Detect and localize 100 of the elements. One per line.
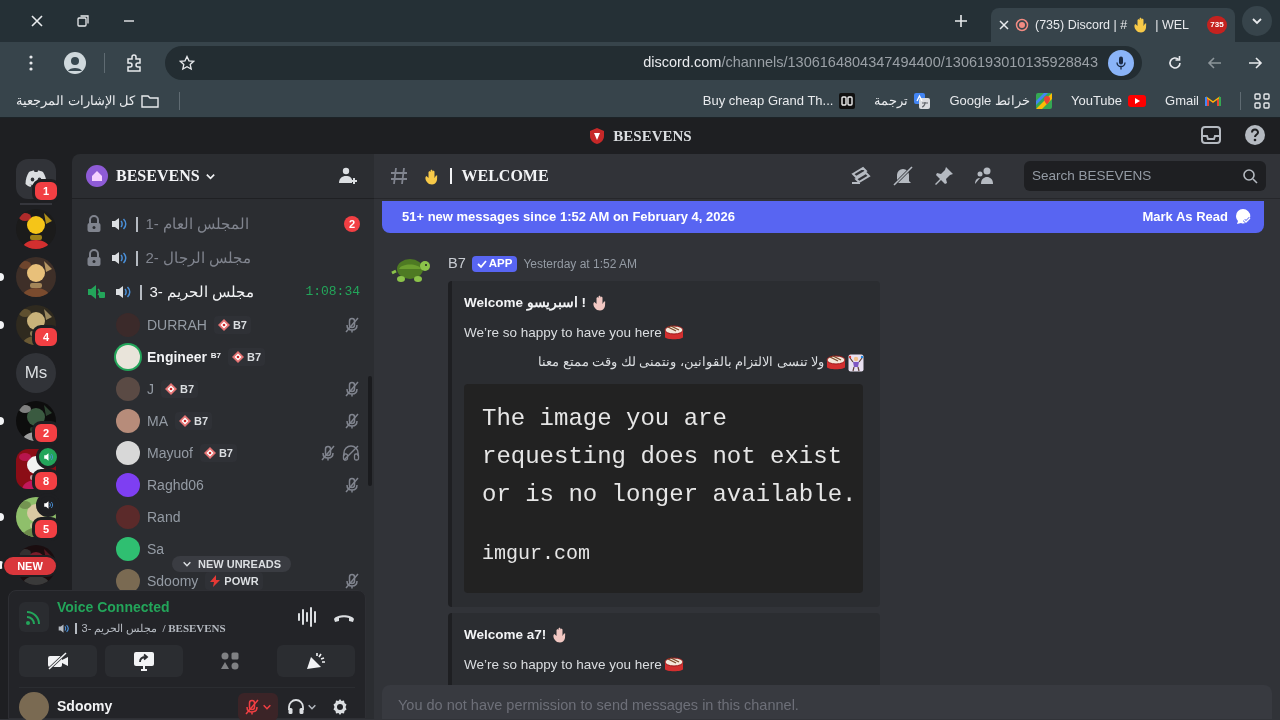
channel-title: WELCOME: [461, 166, 549, 186]
role-name: B7: [218, 445, 233, 461]
server-menu-button[interactable]: BESEVENS: [116, 164, 216, 188]
headphones-icon: [286, 698, 305, 715]
role-name: B7: [232, 317, 247, 333]
browser-tab[interactable]: (735) Discord | # | WEL 735: [991, 8, 1235, 42]
tab-badge: 735: [1207, 16, 1227, 34]
apps-grid-icon[interactable]: [1254, 92, 1270, 109]
waving-hand-icon: [424, 168, 440, 185]
add-member-icon[interactable]: [338, 166, 358, 186]
mute-button[interactable]: [238, 692, 278, 720]
mic-off-icon: [244, 698, 260, 715]
mention-badge: 4: [32, 325, 60, 349]
badge-label: APP: [488, 256, 513, 272]
image-text: The image you are requesting does not exist or is no longer available.: [482, 404, 858, 510]
server-button[interactable]: Ms: [16, 353, 56, 393]
member-name[interactable]: Mayuof: [147, 445, 193, 461]
new-pill[interactable]: NEW: [2, 555, 58, 577]
bell-off-icon[interactable]: [892, 165, 914, 187]
speaker-icon: [110, 216, 128, 232]
folder-icon: [141, 93, 160, 108]
search-field[interactable]: Search BESEVENS: [1024, 161, 1266, 191]
envelope-icon: [1205, 94, 1221, 107]
app-title: BESEVENS: [613, 126, 692, 146]
member-name[interactable]: Raghd06: [147, 477, 204, 493]
member-name[interactable]: Rand: [147, 509, 181, 525]
record-icon: [1015, 18, 1029, 32]
bookmark[interactable]: خرائط Google: [943, 87, 1058, 114]
tab-search-button[interactable]: [1242, 6, 1272, 36]
restore-icon[interactable]: [77, 15, 89, 27]
speaker-icon: [57, 623, 70, 634]
menu-icon[interactable]: [29, 55, 33, 71]
diamond-icon: [232, 351, 245, 363]
author-name[interactable]: B7: [448, 253, 466, 275]
mark-as-read-button[interactable]: Mark As Read: [1142, 207, 1252, 227]
avatar[interactable]: [116, 345, 140, 369]
threads-icon[interactable]: [850, 166, 872, 186]
embed-text: We’re so happy to have you here: [464, 656, 662, 675]
profile-avatar[interactable]: [64, 52, 86, 74]
voice-status: Voice Connected: [57, 598, 171, 618]
diamond-icon: [203, 447, 216, 459]
close-icon[interactable]: [999, 20, 1009, 30]
speaker-icon: [114, 284, 132, 300]
screen-button[interactable]: [105, 645, 183, 677]
member-name[interactable]: MA: [147, 413, 168, 429]
drum-icon: [826, 353, 846, 372]
waveform-icon[interactable]: [297, 607, 319, 627]
embed-text: We’re so happy to have you here: [464, 324, 662, 342]
house-icon: [91, 170, 103, 182]
member-name[interactable]: Sa: [147, 541, 165, 557]
avatar[interactable]: [116, 409, 140, 433]
chevron-down-icon: [1251, 15, 1263, 27]
arrow-left-icon[interactable]: [1207, 55, 1223, 71]
star-icon[interactable]: [179, 55, 195, 71]
member-name[interactable]: DURRAH: [147, 317, 207, 333]
members-icon[interactable]: [974, 166, 996, 186]
arrow-right-icon[interactable]: [1247, 55, 1263, 71]
voice-channel[interactable]: مجلس الرجال -2: [72, 241, 374, 275]
translate-icon: [914, 92, 931, 109]
avatar[interactable]: [116, 537, 140, 561]
mention-badge: 8: [32, 469, 60, 493]
help-icon[interactable]: [1244, 124, 1266, 146]
mic-icon: [1116, 56, 1126, 70]
juggler-icon: [848, 353, 864, 372]
bookmark[interactable]: Buy cheap Grand Th...: [696, 87, 862, 114]
check-icon: [476, 258, 487, 269]
play-icon: [1128, 94, 1147, 107]
voice-channel-name: مجلس الحريم -3: [81, 621, 158, 637]
plus-icon[interactable]: [954, 14, 968, 28]
new-messages-text: 51+ new messages since 1:52 AM on February 4, 2026: [402, 208, 735, 227]
all-bookmarks-button[interactable]: كل الإشارات المرجعية: [10, 87, 166, 114]
new-messages-bar[interactable]: 51+ new messages since 1:52 AM on February 4, 2026 Mark As Read: [382, 201, 1264, 233]
member-name[interactable]: J: [147, 381, 154, 397]
mention-badge: 2: [32, 421, 60, 445]
address-bar[interactable]: discord.com/channels/1306164804347494400/1306193010135928843: [165, 46, 1142, 80]
member-name[interactable]: Sdoomy: [147, 573, 199, 589]
soundboard-icon: [305, 651, 327, 671]
inbox-icon[interactable]: [1200, 124, 1222, 146]
call-timer: 1:08:34: [305, 283, 360, 302]
role-name: POWR: [224, 573, 259, 589]
member-name[interactable]: Engineer $^{B7}$: [147, 349, 222, 365]
puzzle-icon[interactable]: [125, 54, 143, 72]
site-icon: [839, 92, 856, 109]
lightning-icon: [209, 575, 222, 587]
new-unreads-toast[interactable]: NEW UNREADS: [172, 556, 292, 572]
camera-button[interactable]: [19, 645, 97, 677]
bookmark[interactable]: ترجمة: [868, 87, 937, 114]
map-pin-icon: [1035, 92, 1052, 109]
connection-button[interactable]: [19, 602, 49, 632]
channel-name: مجلس الرجال -2: [145, 247, 252, 269]
mention-badge: 5: [32, 517, 60, 541]
shield-logo-icon: [588, 127, 607, 145]
avatar[interactable]: [116, 441, 140, 465]
pin-icon[interactable]: [934, 166, 954, 186]
soundboard-button[interactable]: [277, 645, 355, 677]
reload-icon[interactable]: [1167, 55, 1183, 71]
voice-search-button[interactable]: [1108, 50, 1134, 76]
close-icon[interactable]: [30, 14, 44, 28]
bookmark[interactable]: Gmail: [1159, 87, 1227, 114]
bookmark[interactable]: YouTube: [1064, 87, 1153, 114]
